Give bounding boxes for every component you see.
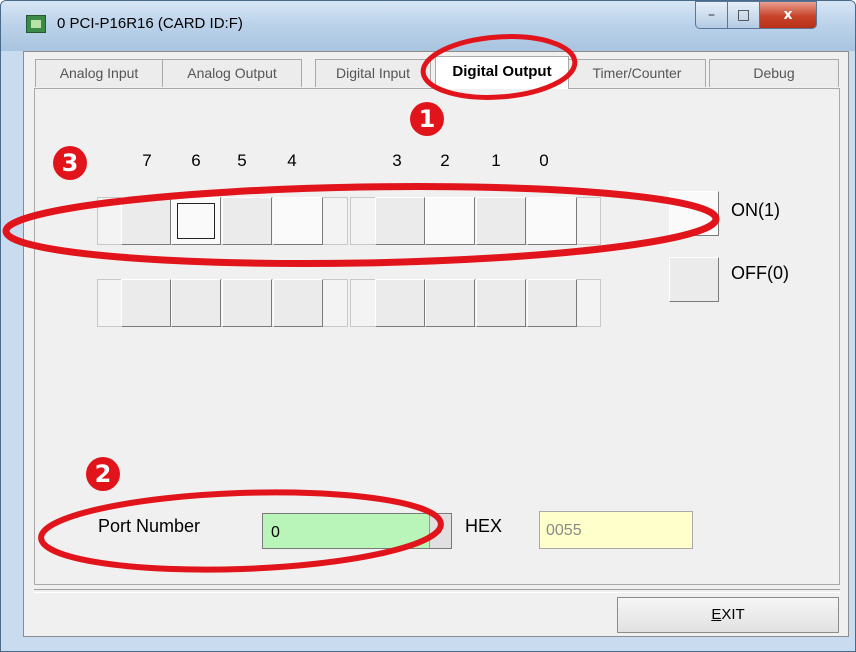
callout-three: 3 <box>53 146 87 180</box>
exit-button[interactable]: EXIT <box>617 597 839 633</box>
bit-button-4-row1[interactable] <box>273 197 323 245</box>
bit-button-2-row2[interactable] <box>425 279 475 327</box>
tab-timer-counter[interactable]: Timer/Counter <box>568 59 706 87</box>
callout-two: 2 <box>86 457 120 491</box>
title-bar[interactable]: 0 PCI-P16R16 (CARD ID:F) – □ x <box>1 1 855 51</box>
bit-label-0: 0 <box>539 151 549 170</box>
port-number-label: Port Number <box>98 516 201 536</box>
exit-accel-key: E <box>711 606 722 623</box>
maximize-button[interactable]: □ <box>727 1 760 29</box>
bit-button-0-row1[interactable] <box>527 197 577 245</box>
bit-button-3-row2[interactable] <box>375 279 425 327</box>
bit-button-4-row2[interactable] <box>273 279 323 327</box>
off-legend-label: OFF(0) <box>731 263 789 283</box>
bit-button-1-row2[interactable] <box>476 279 526 327</box>
bit-label-4: 4 <box>287 151 297 170</box>
bit-button-7-row1[interactable] <box>121 197 171 245</box>
minimize-button[interactable]: – <box>695 1 728 29</box>
port-number-value: 0 <box>271 524 280 541</box>
bit-button-7-row2[interactable] <box>121 279 171 327</box>
port-number-select[interactable]: 0 ▼ <box>262 513 452 549</box>
on-legend-swatch <box>669 191 719 236</box>
tab-debug[interactable]: Debug <box>709 59 839 87</box>
bit-button-3-row1[interactable] <box>375 197 425 245</box>
app-icon <box>26 15 46 33</box>
bit-label-6: 6 <box>191 151 201 170</box>
bit-button-6-row2[interactable] <box>171 279 221 327</box>
bit-button-6-row1[interactable] <box>171 197 221 245</box>
bit-button-2-row1[interactable] <box>425 197 475 245</box>
exit-button-label: XIT <box>721 606 745 623</box>
window-title: 0 PCI-P16R16 (CARD ID:F) <box>57 15 243 32</box>
hex-label: HEX <box>465 516 503 536</box>
bit-label-5: 5 <box>237 151 247 170</box>
app-window: 0 PCI-P16R16 (CARD ID:F) – □ x Analog In… <box>0 0 856 652</box>
status-divider <box>34 589 840 593</box>
bit-button-5-row2[interactable] <box>222 279 272 327</box>
chevron-down-icon[interactable]: ▼ <box>429 514 451 548</box>
tab-analog-output[interactable]: Analog Output <box>162 59 302 87</box>
bit-button-0-row2[interactable] <box>527 279 577 327</box>
tab-digital-output[interactable]: Digital Output <box>435 56 569 89</box>
bit-button-1-row1[interactable] <box>476 197 526 245</box>
tab-digital-input[interactable]: Digital Input <box>315 59 431 87</box>
on-legend-label: ON(1) <box>731 200 780 220</box>
bit-label-7: 7 <box>142 151 152 170</box>
tab-analog-input[interactable]: Analog Input <box>35 59 163 87</box>
callout-one: 1 <box>410 102 444 136</box>
close-button[interactable]: x <box>759 1 817 29</box>
bit-button-5-row1[interactable] <box>222 197 272 245</box>
bit-label-2: 2 <box>440 151 450 170</box>
off-legend-swatch <box>669 257 719 302</box>
bit-label-3: 3 <box>392 151 402 170</box>
hex-value-field[interactable]: 0055 <box>539 511 693 549</box>
bit-label-1: 1 <box>491 151 501 170</box>
